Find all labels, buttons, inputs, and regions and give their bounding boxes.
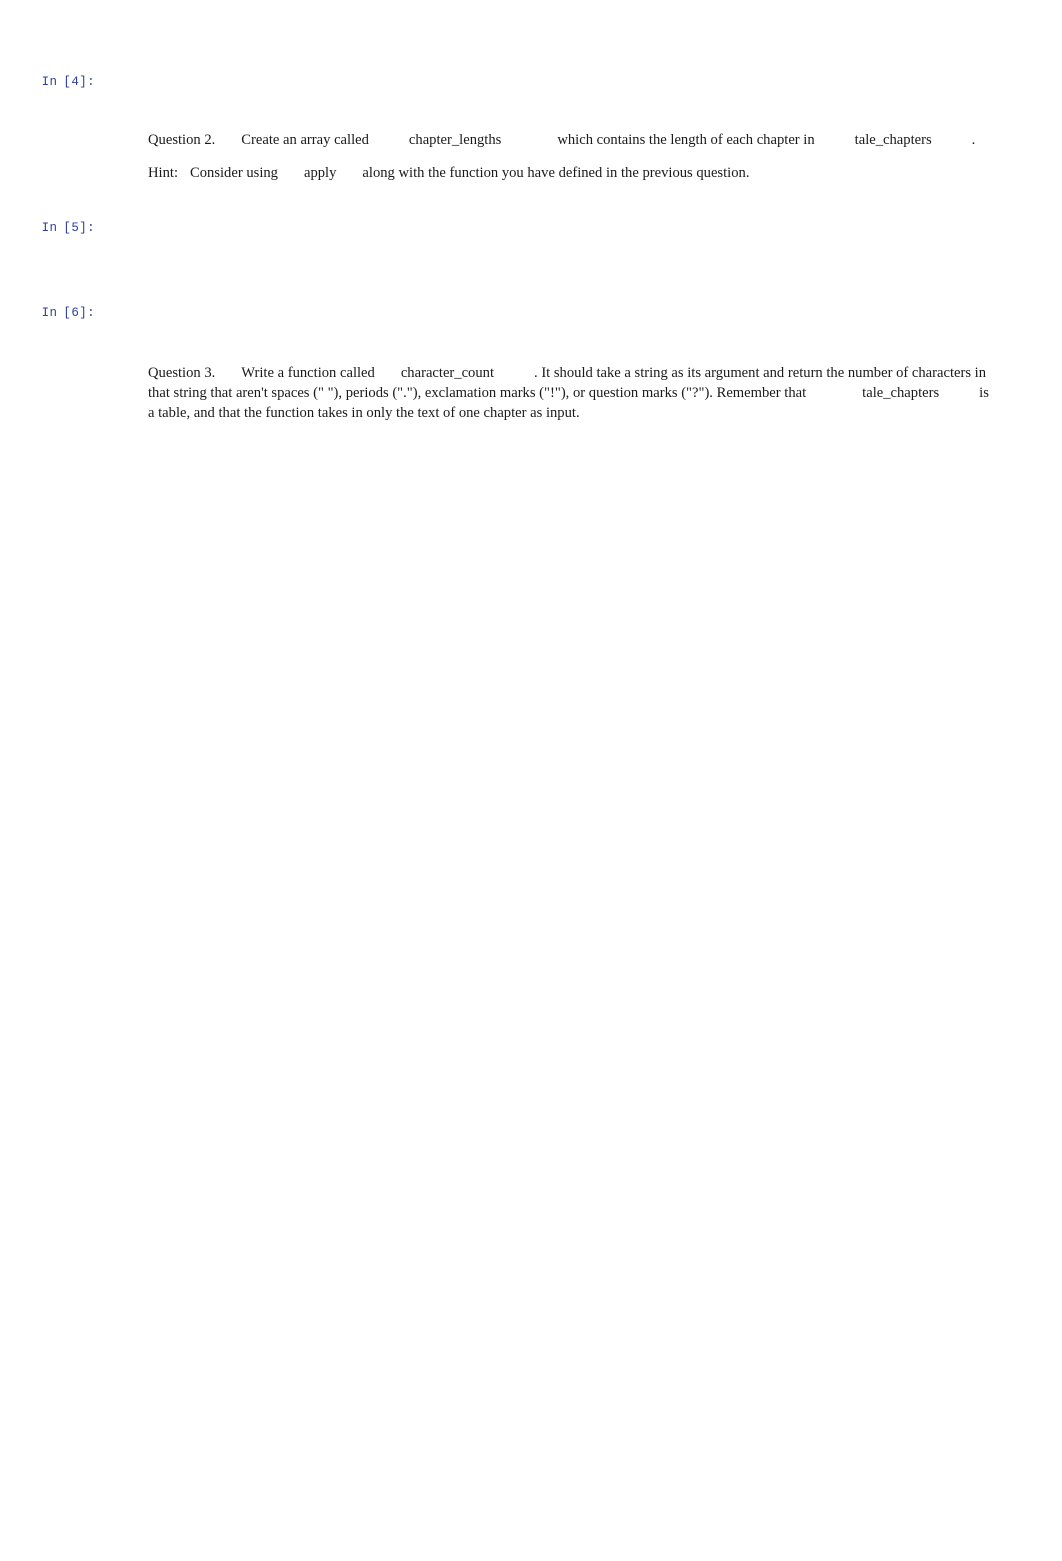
code-tale-chapters-q2: tale_chapters: [854, 132, 932, 148]
hint-paragraph: Hint: Consider using apply along with the f…: [148, 163, 993, 183]
hint-label: Hint:: [148, 165, 178, 181]
input-prompt-5-number: [5]:: [63, 221, 96, 235]
code-apply: apply: [303, 165, 337, 181]
code-tale-chapters-q3: tale_chapters: [862, 385, 940, 401]
notebook-page: In [4]: Question 2. Create an array called…: [0, 0, 1062, 1561]
input-prompt-5-label: In: [41, 221, 58, 235]
question-2-label: Question 2.: [148, 132, 216, 148]
code-cell-4-editor[interactable]: [148, 58, 988, 74]
input-prompt-6[interactable]: In [6]:: [10, 292, 95, 334]
question-2-paragraph: Question 2. Create an array called chapter…: [148, 130, 993, 150]
question-2-text-2: which contains the length of each chapte…: [557, 132, 815, 148]
code-character-count: character_count: [400, 365, 495, 381]
question-2-text-3: .: [971, 132, 976, 148]
question-3-label: Question 3.: [148, 365, 216, 381]
markdown-cell-question-3: Question 3. Write a function called charac…: [148, 363, 993, 423]
input-prompt-4-label: In: [41, 75, 58, 89]
input-prompt-4[interactable]: In [4]:: [10, 61, 95, 103]
code-cell-5-editor[interactable]: [148, 204, 988, 220]
question-2-text-1: Create an array called: [241, 132, 369, 148]
hint-text-1: Consider using: [190, 165, 278, 181]
question-3-paragraph: Question 3. Write a function called charac…: [148, 363, 993, 423]
hint-text-2: along with the function you have defined…: [362, 165, 750, 181]
question-3-text-1: Write a function called: [241, 365, 375, 381]
input-prompt-6-number: [6]:: [63, 306, 96, 320]
code-chapter-lengths: chapter_lengths: [408, 132, 502, 148]
code-cell-6-editor[interactable]: [148, 289, 988, 305]
input-prompt-5[interactable]: In [5]:: [10, 207, 95, 249]
input-prompt-4-number: [4]:: [63, 75, 96, 89]
markdown-cell-question-2: Question 2. Create an array called chapter…: [148, 130, 993, 183]
input-prompt-6-label: In: [41, 306, 58, 320]
